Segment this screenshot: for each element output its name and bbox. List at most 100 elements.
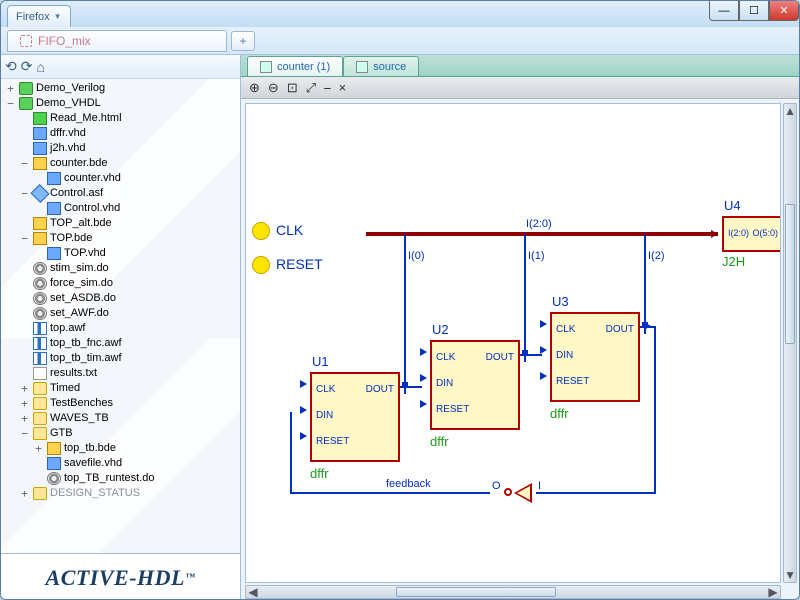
tree-item[interactable]: −TOP.bde bbox=[5, 231, 238, 246]
block-u1[interactable]: CLK DOUT DIN RESET bbox=[310, 372, 400, 462]
nav-back-icon[interactable]: ⟲ bbox=[5, 58, 17, 75]
canvas-toolbar: ⊕ ⊖ ⊡ ⤢ ⎯ × bbox=[241, 77, 799, 99]
block-u3[interactable]: CLK DOUT DIN RESET bbox=[550, 312, 640, 402]
inst-u2: U2 bbox=[432, 322, 449, 337]
window-controls: — ☐ ✕ bbox=[709, 1, 799, 21]
vertical-scrollbar[interactable]: ▲ ▼ bbox=[783, 103, 797, 583]
tree-item-label: savefile.vhd bbox=[64, 456, 122, 471]
folder-icon bbox=[33, 487, 47, 500]
folder-icon bbox=[33, 427, 47, 440]
document-tab-fifo-mix[interactable]: FIFO_mix bbox=[7, 30, 227, 52]
design-tree[interactable]: +Demo_Verilog−Demo_VHDLRead_Me.htmldffr.… bbox=[1, 79, 240, 553]
tree-item[interactable]: stim_sim.do bbox=[5, 261, 238, 276]
tree-item[interactable]: Read_Me.html bbox=[5, 111, 238, 126]
tree-item[interactable]: top_TB_runtest.do bbox=[5, 471, 238, 486]
tree-item[interactable]: TOP_alt.bde bbox=[5, 216, 238, 231]
horizontal-scrollbar[interactable]: ◀ ▶ bbox=[245, 585, 781, 599]
sim-icon bbox=[33, 262, 47, 275]
maximize-button[interactable]: ☐ bbox=[739, 1, 769, 21]
scroll-thumb-vertical[interactable] bbox=[785, 204, 795, 344]
tree-item[interactable]: − counter.bde bbox=[5, 156, 238, 171]
port-reset-pad bbox=[252, 256, 270, 274]
tree-item[interactable]: +DESIGN_STATUS bbox=[5, 486, 238, 501]
design-browser-sidebar: ⟲ ⟳ ⌂ +Demo_Verilog−Demo_VHDLRead_Me.htm… bbox=[1, 55, 241, 600]
type-u4: J2H bbox=[722, 254, 745, 269]
tree-item[interactable]: + Timed bbox=[5, 381, 238, 396]
tree-item[interactable]: set_AWF.do bbox=[5, 306, 238, 321]
bde-icon bbox=[33, 217, 47, 230]
scroll-right-icon[interactable]: ▶ bbox=[766, 587, 780, 597]
vhd-icon bbox=[47, 457, 61, 470]
bde-icon bbox=[47, 442, 61, 455]
tree-expander-icon[interactable]: + bbox=[19, 486, 30, 501]
tree-item[interactable]: top_tb_fnc.awf bbox=[5, 336, 238, 351]
tree-item-label: WAVES_TB bbox=[50, 411, 109, 426]
source-icon bbox=[356, 61, 368, 73]
zoom-in-icon[interactable]: ⊕ bbox=[249, 80, 260, 96]
port-clk-pad bbox=[252, 222, 270, 240]
port-clk-label: CLK bbox=[276, 222, 303, 238]
vhd-icon bbox=[33, 142, 47, 155]
tree-item[interactable]: −GTB bbox=[5, 426, 238, 441]
scroll-up-icon[interactable]: ▲ bbox=[785, 104, 795, 118]
scroll-left-icon[interactable]: ◀ bbox=[246, 587, 260, 597]
minimize-button[interactable]: — bbox=[709, 1, 739, 21]
tree-expander-icon[interactable]: + bbox=[33, 441, 44, 456]
tree-item[interactable]: −Control.asf bbox=[5, 186, 238, 201]
tree-item[interactable]: − Demo_VHDL bbox=[5, 96, 238, 111]
app-window: Firefox ▼ — ☐ ✕ FIFO_mix + ⟲ ⟳ ⌂ +Demo_V… bbox=[0, 0, 800, 600]
tree-expander-icon[interactable]: − bbox=[19, 156, 30, 171]
block-u4[interactable]: I(2:0) O(5:0) bbox=[722, 216, 781, 252]
tree-expander-icon[interactable]: − bbox=[19, 426, 30, 441]
firefox-menu-button[interactable]: Firefox ▼ bbox=[7, 5, 71, 27]
scroll-down-icon[interactable]: ▼ bbox=[785, 568, 795, 582]
tree-item[interactable]: +Demo_Verilog bbox=[5, 81, 238, 96]
tree-item[interactable]: top.awf bbox=[5, 321, 238, 336]
tree-item[interactable]: dffr.vhd bbox=[5, 126, 238, 141]
tree-expander-icon[interactable]: − bbox=[19, 186, 30, 201]
canvas-viewport: CLK RESET I(2:0) I(0) I(1) I(2) U1 bbox=[241, 99, 799, 600]
vhd-icon bbox=[47, 172, 61, 185]
awf-icon bbox=[33, 322, 47, 335]
tree-expander-icon[interactable]: + bbox=[19, 411, 30, 426]
vhd-icon bbox=[47, 247, 61, 260]
tree-item-label: counter.bde bbox=[50, 156, 108, 171]
tree-item[interactable]: +top_tb.bde bbox=[5, 441, 238, 456]
tree-item[interactable]: top_tb_tim.awf bbox=[5, 351, 238, 366]
tree-item-label: Demo_VHDL bbox=[36, 96, 101, 111]
tree-item[interactable]: +TestBenches bbox=[5, 396, 238, 411]
close-button[interactable]: ✕ bbox=[769, 1, 799, 21]
tree-item[interactable]: force_sim.do bbox=[5, 276, 238, 291]
tree-item-label: TOP_alt.bde bbox=[50, 216, 112, 231]
editor-tab-counter[interactable]: counter (1) bbox=[247, 56, 343, 76]
tree-expander-icon[interactable]: − bbox=[19, 231, 30, 246]
tree-item[interactable]: set_ASDB.do bbox=[5, 291, 238, 306]
vhd-icon bbox=[33, 127, 47, 140]
tree-item[interactable]: results.txt bbox=[5, 366, 238, 381]
tree-expander-icon[interactable]: − bbox=[5, 96, 16, 111]
close-view-icon[interactable]: × bbox=[339, 80, 347, 95]
tree-item[interactable]: TOP.vhd bbox=[5, 246, 238, 261]
nav-fwd-icon[interactable]: ⟳ bbox=[21, 58, 33, 75]
tree-item[interactable]: j2h.vhd bbox=[5, 141, 238, 156]
folder-icon bbox=[33, 412, 47, 425]
tree-item[interactable]: + WAVES_TB bbox=[5, 411, 238, 426]
tree-item-label: Timed bbox=[50, 381, 80, 396]
schematic-canvas[interactable]: CLK RESET I(2:0) I(0) I(1) I(2) U1 bbox=[245, 103, 781, 583]
zoom-fit-icon[interactable]: ⤢ bbox=[306, 80, 316, 96]
tree-expander-icon[interactable]: + bbox=[5, 81, 16, 96]
html-icon bbox=[33, 112, 47, 125]
zoom-out-icon[interactable]: ⊖ bbox=[268, 80, 279, 96]
tree-item[interactable]: savefile.vhd bbox=[5, 456, 238, 471]
wire-i0 bbox=[404, 234, 406, 394]
home-icon[interactable]: ⌂ bbox=[36, 59, 44, 75]
tree-expander-icon[interactable]: + bbox=[19, 396, 30, 411]
inverter-icon[interactable] bbox=[514, 483, 532, 503]
editor-tab-source[interactable]: source bbox=[343, 56, 419, 76]
scroll-thumb-horizontal[interactable] bbox=[396, 587, 556, 597]
tree-expander-icon[interactable]: + bbox=[19, 381, 30, 396]
awf-icon bbox=[33, 352, 47, 365]
zoom-area-icon[interactable]: ⊡ bbox=[287, 80, 298, 96]
new-tab-button[interactable]: + bbox=[231, 31, 255, 51]
block-u2[interactable]: CLK DOUT DIN RESET bbox=[430, 340, 520, 430]
